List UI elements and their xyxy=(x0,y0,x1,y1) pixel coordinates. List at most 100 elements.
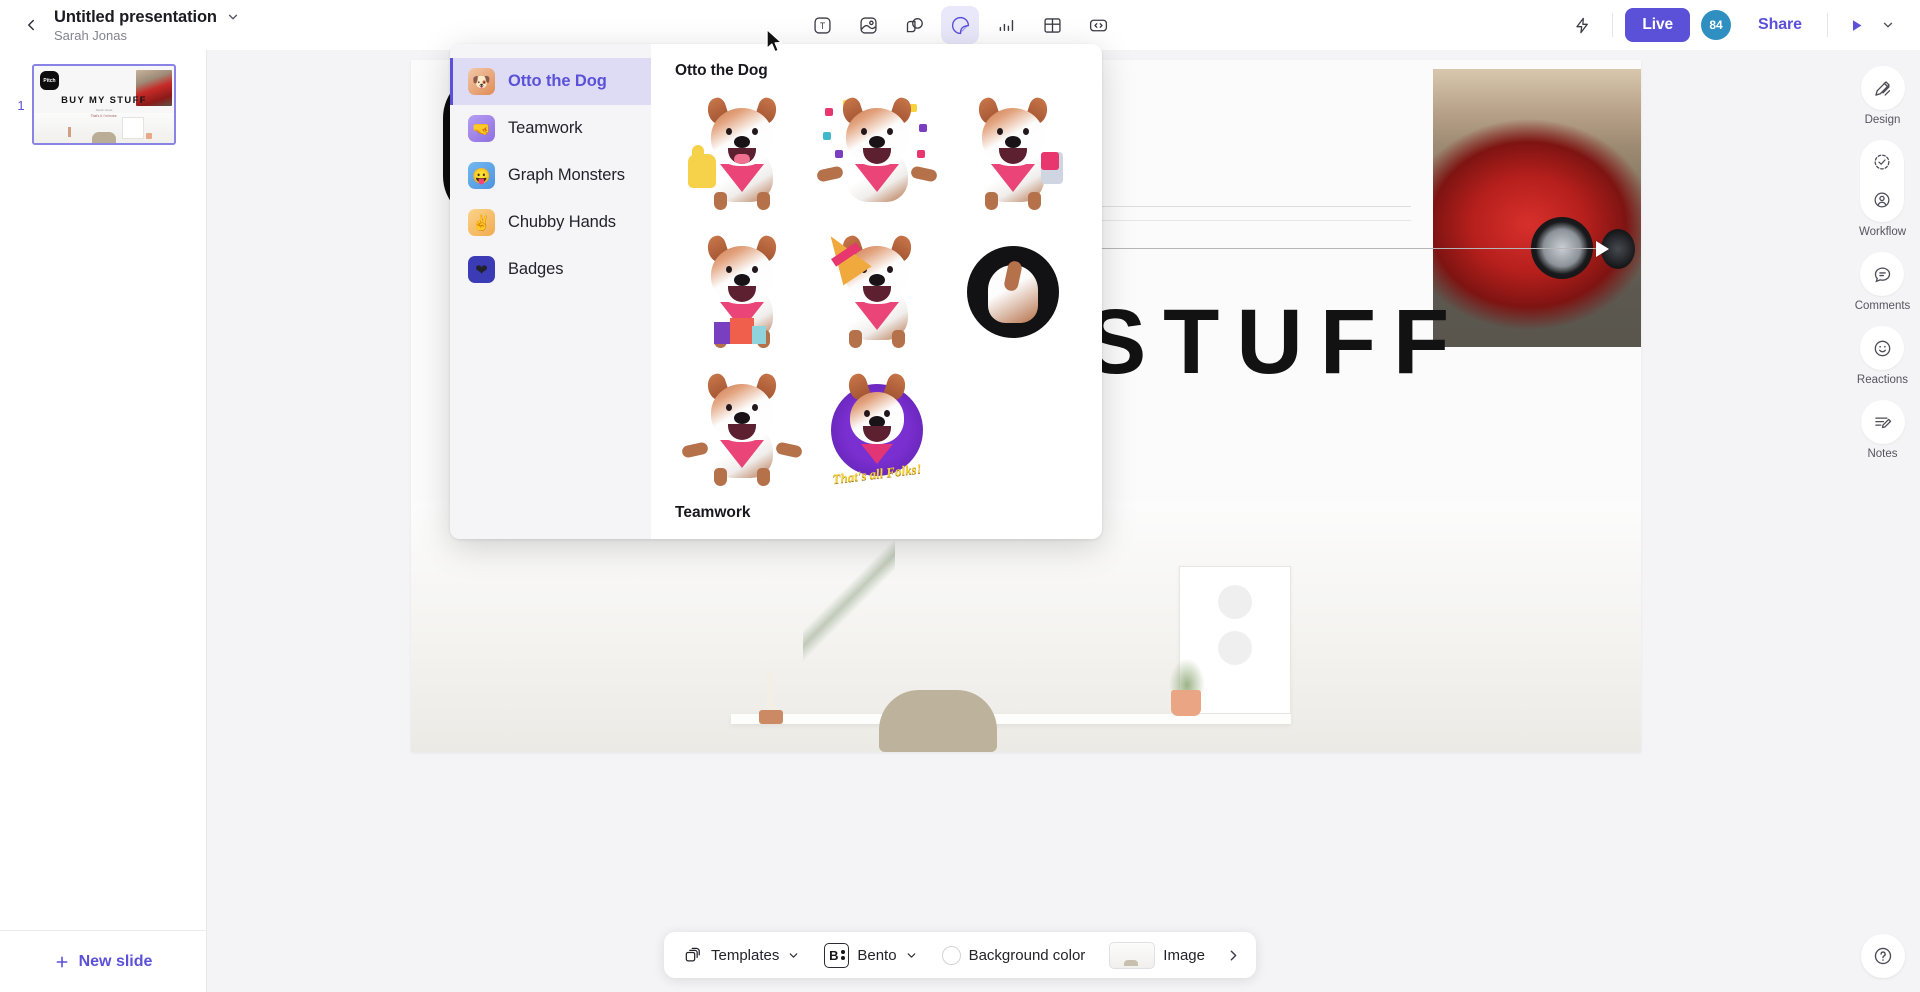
sticker-tool[interactable] xyxy=(941,6,979,44)
slide-list-item[interactable]: 1 Pitch BUY MY STUFF Sarah Jonas That's … xyxy=(0,64,206,148)
chart-bars-icon xyxy=(999,19,1013,31)
slide-list[interactable]: 1 Pitch BUY MY STUFF Sarah Jonas That's … xyxy=(0,50,206,930)
back-button[interactable] xyxy=(14,8,48,42)
slide-thumbnail[interactable]: Pitch BUY MY STUFF Sarah Jonas That's it… xyxy=(32,64,176,145)
comments-label: Comments xyxy=(1854,300,1911,312)
sticker-pack-teamwork[interactable]: 🤜 Teamwork xyxy=(450,105,651,152)
notes-button[interactable] xyxy=(1860,400,1905,444)
share-button[interactable]: Share xyxy=(1745,10,1815,40)
sticker-section-title: Otto the Dog xyxy=(675,62,768,79)
embed-tool[interactable] xyxy=(1079,6,1117,44)
sticker-otto-hug[interactable] xyxy=(675,362,809,498)
potted-plant xyxy=(1169,658,1205,692)
sticker-pack-otto-the-dog[interactable]: 🐶 Otto the Dog xyxy=(450,58,651,105)
play-icon xyxy=(1852,19,1861,31)
new-slide-button[interactable]: New slide xyxy=(0,930,206,992)
templates-button[interactable]: Templates xyxy=(672,938,811,972)
theme-label: Bento xyxy=(857,946,897,964)
live-button[interactable]: Live xyxy=(1625,8,1691,42)
sticker-pack-label: Teamwork xyxy=(508,119,583,137)
plant-pot xyxy=(1171,690,1201,716)
rail-item-workflow[interactable]: Workflow xyxy=(1859,140,1906,248)
sticker-pack-label: Chubby Hands xyxy=(508,213,616,231)
notes-pencil-icon xyxy=(1875,416,1892,428)
text-icon: T xyxy=(813,16,831,34)
person-circle-icon[interactable] xyxy=(1866,184,1898,216)
slide-format-toolbar: Templates B Bento Background color Image xyxy=(663,932,1257,978)
smiley-icon xyxy=(1874,340,1891,356)
thumb-wall-art xyxy=(122,117,144,139)
bento-icon-dots xyxy=(840,950,845,960)
present-button[interactable] xyxy=(1840,9,1872,41)
shape-tool[interactable] xyxy=(895,6,933,44)
collaborator-count-badge[interactable]: 84 xyxy=(1701,10,1732,40)
desk-surface xyxy=(731,714,1291,724)
rail-item-notes[interactable]: Notes xyxy=(1860,400,1905,470)
sticker-picker-popup[interactable]: 🐶 Otto the Dog 🤜 Teamwork 😛 Graph Monste… xyxy=(450,44,1102,539)
rail-item-comments[interactable]: Comments xyxy=(1854,252,1911,322)
sticker-pack-badges[interactable]: ❤ Badges xyxy=(450,246,651,293)
sticker-otto-gifts[interactable] xyxy=(675,224,809,360)
divider xyxy=(1612,13,1614,37)
thumb-logo: Pitch xyxy=(40,71,59,90)
chevron-down-icon xyxy=(907,952,915,958)
sticker-otto-thats-all-folks[interactable]: That's all Folks! xyxy=(811,362,945,498)
sticker-next-section-title: Teamwork xyxy=(675,504,751,521)
sticker-icon xyxy=(951,16,969,34)
chevron-down-icon xyxy=(790,952,798,958)
notes-label: Notes xyxy=(1867,448,1898,460)
sticker-otto-thumbs-up[interactable] xyxy=(675,86,809,222)
sticker-pack-chubby-hands[interactable]: ✌ Chubby Hands xyxy=(450,199,651,246)
reactions-button[interactable] xyxy=(1860,326,1905,370)
graph-monsters-thumb-icon: 😛 xyxy=(468,162,495,189)
lightning-bolt-icon xyxy=(1576,17,1588,33)
new-slide-label: New slide xyxy=(78,952,153,970)
thumb-title: BUY MY STUFF xyxy=(61,94,147,105)
background-image-label: Image xyxy=(1163,946,1206,964)
top-bar-actions: Live 84 Share xyxy=(1564,7,1920,43)
top-bar: Untitled presentation Sarah Jonas T Live… xyxy=(0,0,1920,50)
check-circle-icon[interactable] xyxy=(1866,146,1898,178)
plus-icon xyxy=(56,956,68,967)
workflow-button[interactable] xyxy=(1860,140,1905,222)
divider xyxy=(1827,13,1828,37)
background-image-thumbnail[interactable] xyxy=(1109,941,1156,969)
background-color-swatch[interactable] xyxy=(941,945,961,965)
table-tool[interactable] xyxy=(1033,6,1071,44)
bento-theme-icon: B xyxy=(824,942,850,968)
image-tool[interactable] xyxy=(849,6,887,44)
right-rail: Design Workflow Comments Reactions Notes xyxy=(1845,50,1920,992)
code-embed-icon xyxy=(1089,19,1107,31)
design-button[interactable] xyxy=(1860,66,1905,110)
sticker-otto-butt-black-circle[interactable] xyxy=(946,224,1080,360)
sticker-otto-phone-heart[interactable] xyxy=(946,86,1080,222)
reactions-label: Reactions xyxy=(1856,374,1909,386)
present-options-button[interactable] xyxy=(1872,9,1904,41)
background-image-button[interactable]: Image xyxy=(1098,935,1216,976)
chubby-hands-thumb-icon: ✌ xyxy=(468,209,495,236)
title-dropdown-button[interactable] xyxy=(226,10,240,24)
slide-number: 1 xyxy=(17,98,25,113)
more-options-button[interactable] xyxy=(1218,940,1248,970)
thumb-subtitle-2: That's it, I'm broke. xyxy=(90,114,118,118)
templates-stack-icon xyxy=(685,947,700,962)
shortcuts-button[interactable] xyxy=(1564,7,1600,43)
sticker-pack-graph-monsters[interactable]: 😛 Graph Monsters xyxy=(450,152,651,199)
author-label: Sarah Jonas xyxy=(54,27,127,43)
sticker-otto-confetti[interactable] xyxy=(811,86,945,222)
background-color-button[interactable]: Background color xyxy=(931,939,1097,972)
table-icon xyxy=(1043,17,1061,33)
rail-item-reactions[interactable]: Reactions xyxy=(1857,326,1908,396)
text-tool[interactable]: T xyxy=(803,6,841,44)
chevron-down-icon xyxy=(228,14,238,20)
theme-button[interactable]: B Bento xyxy=(813,936,928,975)
image-icon xyxy=(859,16,877,34)
sticker-grid-panel[interactable]: Otto the Dog That's all Folks! Teamwork xyxy=(651,44,1102,539)
sticker-otto-party-popper[interactable] xyxy=(811,224,945,360)
background-color-label: Background color xyxy=(968,946,1086,964)
comments-button[interactable] xyxy=(1860,252,1905,296)
chevron-right-icon xyxy=(1230,950,1236,960)
rail-item-design[interactable]: Design xyxy=(1860,66,1905,136)
chart-tool[interactable] xyxy=(987,6,1025,44)
title-block: Untitled presentation Sarah Jonas xyxy=(54,8,240,43)
